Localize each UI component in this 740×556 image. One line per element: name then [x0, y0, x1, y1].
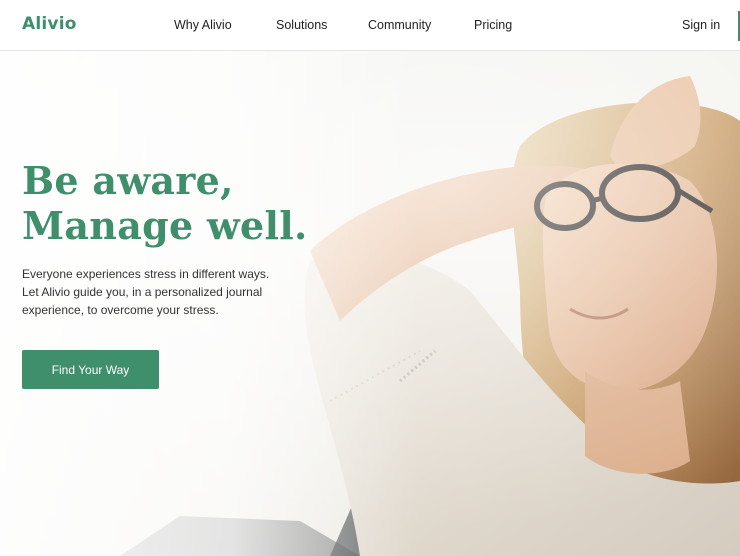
site-header: Alivio Why Alivio Solutions Community Pr… — [0, 0, 740, 51]
nav-solutions[interactable]: Solutions — [276, 18, 327, 32]
hero-headline: Be aware, Manage well. — [22, 158, 308, 248]
headline-line-1: Be aware, — [22, 158, 234, 203]
subtext-line-3: experience, to overcome your stress. — [22, 303, 219, 317]
headline-line-2: Manage well. — [22, 203, 308, 248]
nav-community[interactable]: Community — [368, 18, 431, 32]
subtext-line-2: Let Alivio guide you, in a personalized … — [22, 285, 263, 299]
subtext-line-1: Everyone experiences stress in different… — [22, 267, 270, 281]
hero-subtext: Everyone experiences stress in different… — [22, 265, 287, 319]
nav-pricing[interactable]: Pricing — [474, 18, 512, 32]
sign-in-link[interactable]: Sign in — [682, 18, 720, 32]
hero-section: Be aware, Manage well. Everyone experien… — [0, 51, 740, 556]
alivio-logo[interactable]: Alivio — [22, 14, 77, 34]
nav-why-alivio[interactable]: Why Alivio — [174, 18, 232, 32]
find-your-way-button[interactable]: Find Your Way — [22, 350, 159, 389]
